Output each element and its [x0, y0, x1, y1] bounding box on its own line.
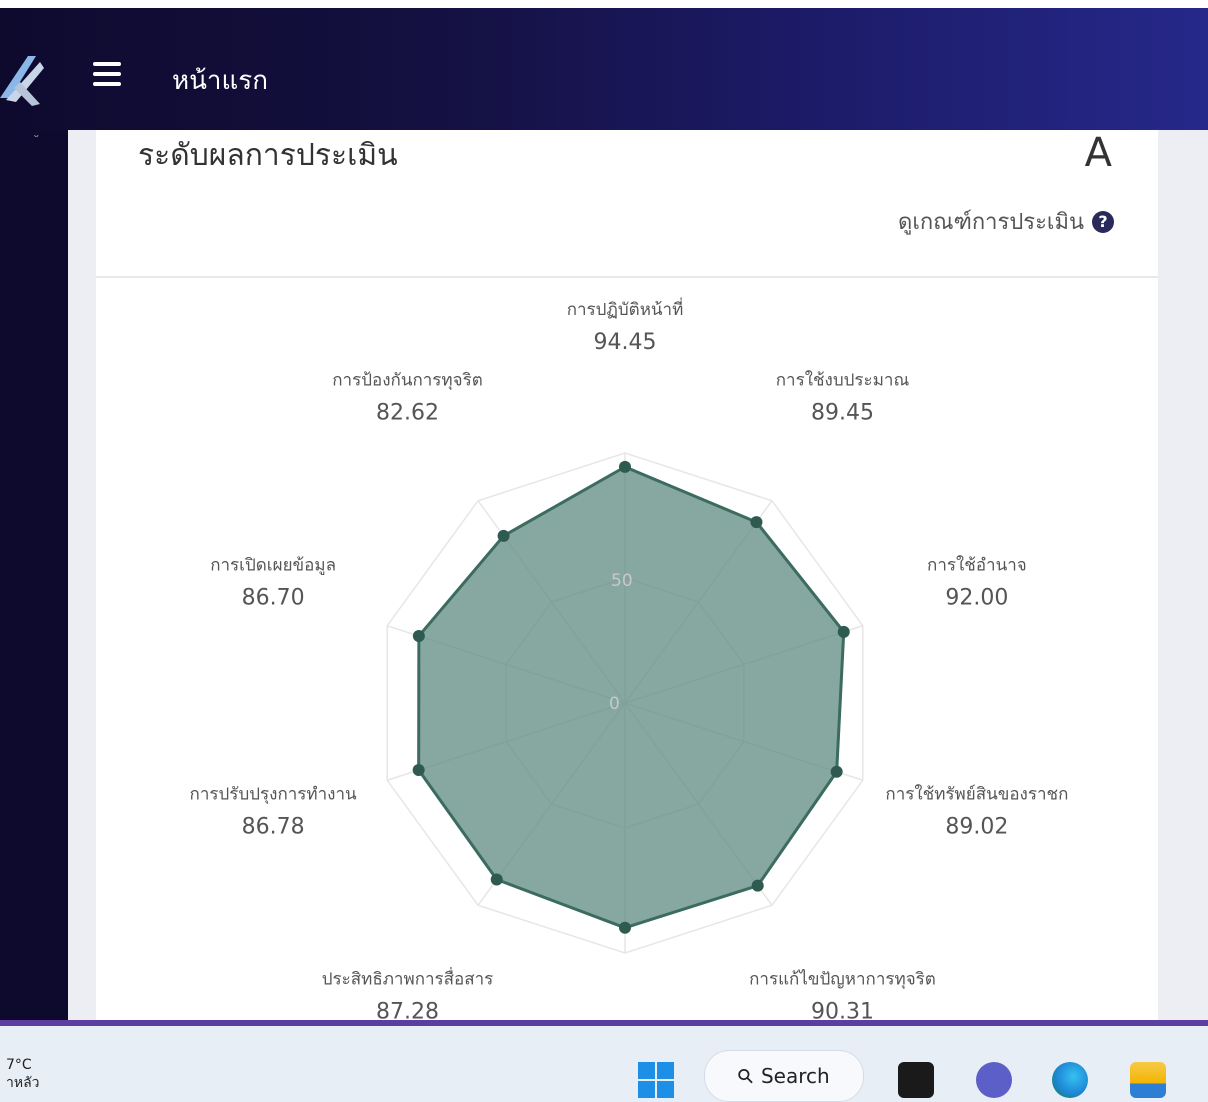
axis-value-label: 82.62 [376, 401, 439, 426]
axis-value-label: 89.02 [945, 814, 1008, 839]
search-icon: ⚲ [731, 1062, 760, 1090]
axis-value-label: 87.28 [376, 999, 439, 1020]
edge-browser-icon[interactable] [1052, 1062, 1088, 1098]
radar-data-point [412, 764, 425, 777]
axis-value-label: 86.78 [242, 814, 305, 839]
axis-label: การใช้ทรัพย์สินของราชก [885, 783, 1068, 804]
weather-widget[interactable]: 7°C าหลัว [6, 1056, 40, 1092]
taskbar: 7°C าหลัว ⚲ Search [0, 1026, 1208, 1102]
radar-data-point [837, 625, 850, 638]
axis-label: การปฏิบัติหน้าที่ [567, 297, 684, 320]
file-explorer-dark-icon[interactable] [898, 1062, 934, 1098]
windows-start-icon[interactable] [638, 1062, 674, 1098]
axis-value-label: 92.00 [945, 586, 1008, 611]
axis-label: การใช้งบประมาณ [776, 370, 910, 391]
axis-label: การเปิดเผยข้อมูล [210, 556, 336, 576]
radar-data-point [490, 873, 503, 886]
axis-label: การป้องกันการทุจริต [332, 371, 483, 391]
search-label: Search [760, 1064, 830, 1088]
radar-data-point [750, 516, 763, 529]
radar-data-point [619, 460, 631, 473]
radar-data-point [619, 921, 631, 934]
weather-temp: 7°C [6, 1057, 32, 1073]
radar-data-point [751, 879, 764, 892]
folder-icon[interactable] [1130, 1062, 1166, 1098]
axis-value-label: 90.31 [811, 999, 874, 1020]
axis-value-label: 94.45 [594, 330, 657, 355]
axis-value-label: 89.45 [811, 401, 874, 426]
axis-label: ประสิทธิภาพการสื่อสาร [322, 966, 494, 989]
scale-tick-label: 50 [611, 571, 633, 591]
radar-chart: 50 0 การปฏิบัติหน้าที่ 94.45 การใช้งบประมาณ 8… [190, 297, 1069, 1020]
radar-data-point [830, 765, 843, 778]
axis-label: การใช้อำนาจ [927, 555, 1027, 576]
axis-value-label: 86.70 [242, 586, 305, 611]
taskbar-search-button[interactable]: ⚲ Search [704, 1050, 864, 1102]
meet-chat-icon[interactable] [976, 1062, 1012, 1098]
scale-tick-label: 0 [609, 694, 620, 714]
axis-label: การแก้ไขปัญหาการทุจริต [749, 968, 936, 989]
radar-data-area [417, 465, 846, 930]
radar-data-point [497, 529, 510, 542]
weather-desc: าหลัว [6, 1075, 40, 1091]
axis-label: การปรับปรุงการทำงาน [190, 784, 357, 804]
radar-data-point [412, 630, 425, 643]
